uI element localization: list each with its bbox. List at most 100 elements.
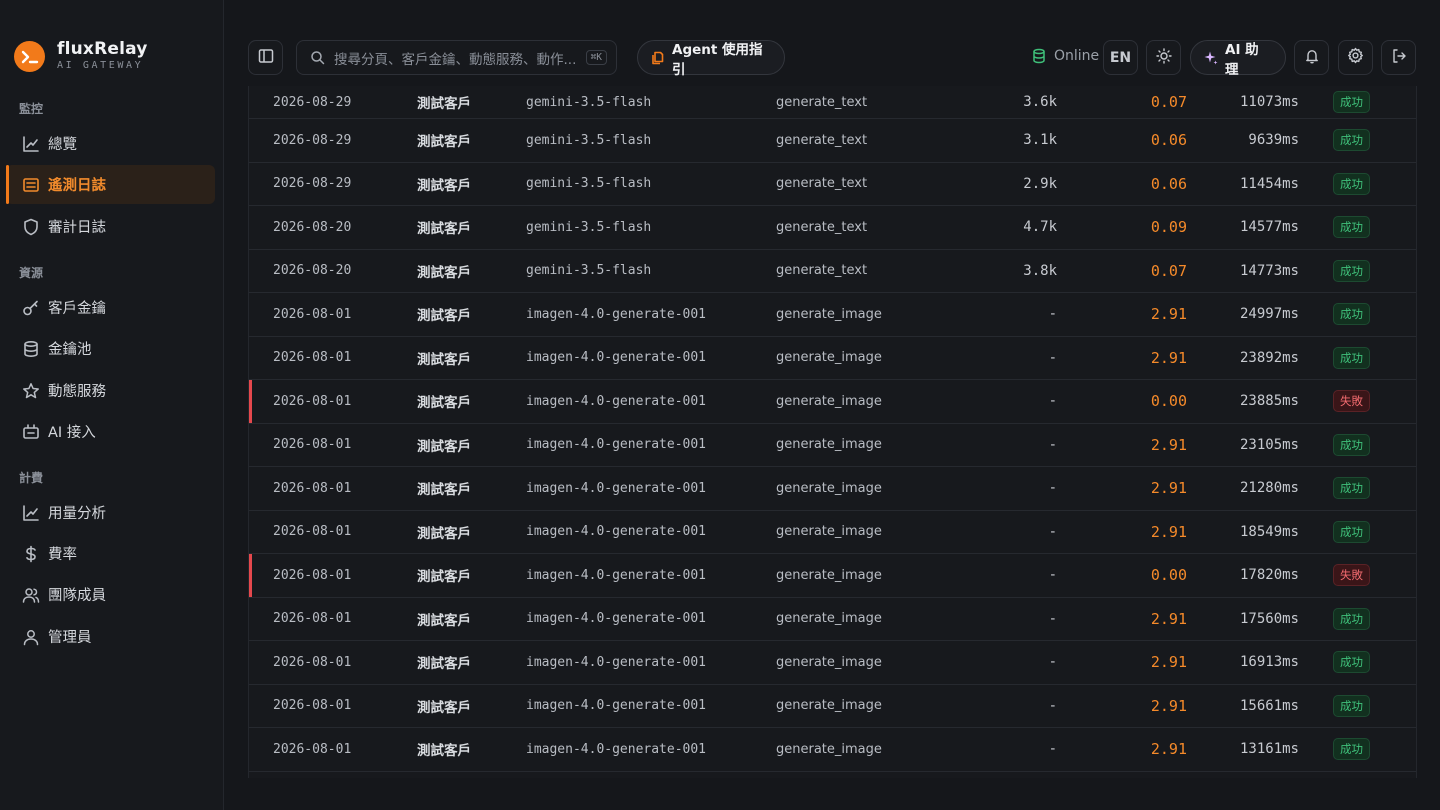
cell-date: 2026-08-29 [273, 176, 352, 192]
star-icon [21, 381, 41, 401]
cell-action: generate_image [776, 437, 882, 453]
cell-model: imagen-4.0-generate-001 [526, 698, 707, 714]
table-row[interactable]: 2026-08-01 測試客戶 imagen-4.0-generate-001 gen… [249, 467, 1416, 511]
cell-cost: 2.91 [1150, 653, 1187, 672]
cell-cost: 2.91 [1150, 740, 1187, 759]
cell-model: imagen-4.0-generate-001 [526, 393, 707, 409]
ai-assistant-button[interactable]: AI 助理 [1190, 40, 1286, 78]
nav-section-billing: 計費 [19, 471, 44, 485]
cell-latency: 16913ms [1239, 654, 1299, 671]
cell-action: generate_image [776, 698, 882, 714]
settings-button[interactable] [1338, 40, 1373, 75]
status-text: Online [1054, 48, 1100, 64]
sidebar-item-label: 客戶金鑰 [48, 301, 106, 317]
document-icon [651, 51, 664, 65]
cell-action: generate_text [776, 219, 868, 235]
table-row[interactable]: 2026-08-01 測試客戶 imagen-4.0-generate-001 gen… [249, 641, 1416, 685]
status-badge: 成功 [1333, 694, 1370, 717]
cell-client: 測試客戶 [417, 525, 471, 542]
table-body: 2026-08-29 測試客戶 gemini-3.5-flash generate_t… [249, 86, 1416, 772]
sidebar-item-admins[interactable]: 管理員 [6, 617, 215, 656]
table-row[interactable]: 2026-08-01 測試客戶 imagen-4.0-generate-001 gen… [249, 511, 1416, 554]
cell-latency: 18549ms [1239, 523, 1299, 540]
status-badge: 失敗 [1333, 390, 1370, 413]
search-icon [310, 50, 325, 65]
cell-date: 2026-08-01 [273, 654, 352, 670]
terminal-logo-icon [14, 41, 45, 72]
cell-model: imagen-4.0-generate-001 [526, 611, 707, 627]
search-input[interactable]: 搜尋分頁、客戶金鑰、動態服務、動作... ⌘K [296, 40, 617, 75]
sidebar-item-audit-logs[interactable]: 審計日誌 [6, 207, 215, 246]
table-row[interactable]: 2026-08-29 測試客戶 gemini-3.5-flash generate_t… [249, 119, 1416, 163]
sidebar-item-label: 總覽 [48, 137, 77, 153]
table-row[interactable]: 2026-08-01 測試客戶 imagen-4.0-generate-001 gen… [249, 685, 1416, 728]
cell-tokens: - [1048, 610, 1057, 627]
status-badge: 失敗 [1333, 564, 1370, 587]
sidebar-item-dynamic-services[interactable]: 動態服務 [6, 371, 215, 410]
table-row[interactable]: 2026-08-01 測試客戶 imagen-4.0-generate-001 gen… [249, 293, 1416, 337]
cell-date: 2026-08-01 [273, 393, 352, 409]
cell-model: gemini-3.5-flash [526, 132, 652, 148]
cell-cost: 2.91 [1150, 479, 1187, 498]
table-row[interactable]: 2026-08-29 測試客戶 gemini-3.5-flash generate_t… [249, 163, 1416, 206]
plug-icon [21, 422, 41, 442]
cell-action: generate_image [776, 393, 882, 409]
search-shortcut: ⌘K [585, 50, 607, 65]
sidebar-item-client-keys[interactable]: 客戶金鑰 [6, 288, 215, 327]
cell-action: generate_image [776, 524, 882, 540]
table-row[interactable]: 2026-08-01 測試客戶 imagen-4.0-generate-001 gen… [249, 424, 1416, 467]
status-badge: 成功 [1333, 477, 1370, 500]
cell-latency: 15661ms [1239, 697, 1299, 714]
sidebar-item-team-members[interactable]: 團隊成員 [6, 575, 215, 614]
brand[interactable]: fluxRelay AI GATEWAY [14, 40, 148, 73]
cell-action: generate_image [776, 350, 882, 366]
logout-button[interactable] [1381, 40, 1416, 75]
table-row[interactable]: 2026-08-01 測試客戶 imagen-4.0-generate-001 gen… [249, 728, 1416, 772]
table-row[interactable]: 2026-08-29 測試客戶 gemini-3.5-flash generate_t… [249, 86, 1416, 119]
status-badge: 成功 [1333, 433, 1370, 456]
notifications-button[interactable] [1294, 40, 1329, 75]
status-badge: 成功 [1333, 738, 1370, 761]
language-toggle-button[interactable]: EN [1103, 40, 1138, 75]
cell-date: 2026-08-29 [273, 132, 352, 148]
cell-client: 測試客戶 [417, 743, 471, 760]
table-row[interactable]: 2026-08-01 測試客戶 imagen-4.0-generate-001 gen… [249, 337, 1416, 380]
cell-client: 測試客戶 [417, 134, 471, 151]
cell-tokens: 3.6k [1023, 94, 1057, 110]
cell-latency: 17820ms [1239, 567, 1299, 584]
cell-date: 2026-08-01 [273, 611, 352, 627]
telemetry-log-table: 2026-08-29 測試客戶 gemini-3.5-flash generate_t… [248, 86, 1417, 778]
cell-tokens: - [1048, 349, 1057, 366]
table-row[interactable]: 2026-08-01 測試客戶 imagen-4.0-generate-001 gen… [249, 380, 1416, 424]
theme-toggle-button[interactable] [1146, 40, 1181, 75]
users-icon [21, 585, 41, 605]
cell-client: 測試客戶 [417, 395, 471, 412]
table-row[interactable]: 2026-08-01 測試客戶 imagen-4.0-generate-001 gen… [249, 598, 1416, 641]
toggle-sidebar-button[interactable] [248, 40, 283, 75]
cell-model: imagen-4.0-generate-001 [526, 437, 707, 453]
sidebar-item-overview[interactable]: 總覽 [6, 124, 215, 163]
cell-tokens: 2.9k [1023, 175, 1057, 192]
table-row[interactable]: 2026-08-20 測試客戶 gemini-3.5-flash generate_t… [249, 206, 1416, 250]
cell-model: gemini-3.5-flash [526, 94, 652, 110]
sidebar-item-usage-analytics[interactable]: 用量分析 [6, 493, 215, 532]
agent-guide-button[interactable]: Agent 使用指引 [637, 40, 785, 78]
sidebar-item-rates[interactable]: 費率 [6, 534, 215, 573]
cell-action: generate_image [776, 567, 882, 583]
cell-action: generate_image [776, 741, 882, 757]
cell-model: imagen-4.0-generate-001 [526, 350, 707, 366]
cell-action: generate_image [776, 306, 882, 322]
status-badge: 成功 [1333, 303, 1370, 326]
cell-latency: 14773ms [1239, 262, 1299, 279]
table-row[interactable]: 2026-08-01 測試客戶 imagen-4.0-generate-001 gen… [249, 554, 1416, 598]
sidebar-item-label: 用量分析 [48, 506, 106, 522]
cell-date: 2026-08-01 [273, 567, 352, 583]
chart-line-icon [21, 134, 41, 154]
cell-date: 2026-08-01 [273, 437, 352, 453]
sidebar-item-key-pool[interactable]: 金鑰池 [6, 329, 215, 368]
table-row[interactable]: 2026-08-20 測試客戶 gemini-3.5-flash generate_t… [249, 250, 1416, 293]
sidebar-item-ai-access[interactable]: AI 接入 [6, 412, 215, 451]
sidebar-item-label: 管理員 [48, 630, 92, 646]
status-badge: 成功 [1333, 129, 1370, 152]
sidebar-item-telemetry-logs[interactable]: 遙測日誌 [6, 165, 215, 204]
